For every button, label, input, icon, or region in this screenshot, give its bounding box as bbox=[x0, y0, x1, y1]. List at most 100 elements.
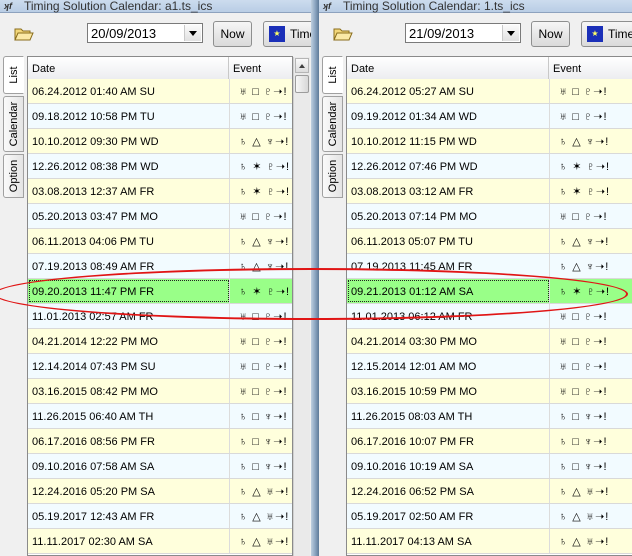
focus-rectangle bbox=[29, 280, 229, 302]
table-row[interactable]: 12.14.2014 07:43 PM SU ♅ □ ♇➝! bbox=[28, 354, 292, 379]
cell-event: ♄ △ ♅➝! bbox=[559, 536, 610, 548]
date-combobox[interactable]: 20/09/2013 bbox=[87, 23, 203, 43]
table-row[interactable]: 09.18.2012 10:58 PM TU ♅ □ ♇➝! bbox=[28, 104, 292, 129]
table-row[interactable]: 11.01.2013 06:12 AM FR ♅ □ ♇➝! bbox=[347, 304, 632, 329]
date-dropdown-button[interactable] bbox=[502, 25, 519, 41]
table-row[interactable]: 12.26.2012 08:38 PM WD ♄ ✶ ♇➝! bbox=[28, 154, 292, 179]
now-button[interactable]: Now bbox=[531, 21, 570, 47]
title-bar[interactable]: ʞf Timing Solution Calendar: 1.ts_ics bbox=[319, 0, 632, 13]
table-row[interactable]: 03.08.2013 12:37 AM FR ♄ ✶ ♇➝! bbox=[28, 179, 292, 204]
cell-date: 04.21.2014 03:30 PM MO bbox=[351, 336, 477, 348]
left-calendar-window: ʞf Timing Solution Calendar: a1.ts_ics 2… bbox=[0, 0, 311, 556]
tab-option[interactable]: Option bbox=[3, 154, 24, 198]
table-row[interactable]: 05.19.2017 12:43 AM FR ♄ △ ♅➝! bbox=[28, 504, 292, 529]
table-row[interactable]: 03.16.2015 08:42 PM MO ♅ □ ♇➝! bbox=[28, 379, 292, 404]
table-row[interactable]: 06.24.2012 05:27 AM SU ♅ □ ♇➝! bbox=[347, 79, 632, 104]
cell-event: ♄ △ ♆➝! bbox=[559, 236, 610, 248]
table-row[interactable]: 03.16.2015 10:59 PM MO ♅ □ ♇➝! bbox=[347, 379, 632, 404]
column-header-event[interactable]: Event bbox=[229, 57, 292, 79]
table-row[interactable]: 10.10.2012 09:30 PM WD ♄ △ ♆➝! bbox=[28, 129, 292, 154]
cell-event: ♄ △ ♆➝! bbox=[239, 261, 290, 273]
table-row[interactable]: 05.20.2013 07:14 PM MO ♅ □ ♇➝! bbox=[347, 204, 632, 229]
date-dropdown-button[interactable] bbox=[184, 25, 201, 41]
cell-event: ♅ □ ♇➝! bbox=[239, 336, 288, 348]
table-row[interactable]: 11.01.2013 02:57 AM FR ♅ □ ♇➝! bbox=[28, 304, 292, 329]
scroll-up-button[interactable] bbox=[295, 58, 309, 73]
table-row[interactable]: 12.24.2016 05:20 PM SA ♄ △ ♅➝! bbox=[28, 479, 292, 504]
scroll-thumb[interactable] bbox=[295, 75, 309, 93]
cell-event: ♅ □ ♇➝! bbox=[239, 311, 288, 323]
table-row[interactable]: 06.24.2012 01:40 AM SU ♅ □ ♇➝! bbox=[28, 79, 292, 104]
table-row[interactable]: 12.24.2016 06:52 PM SA ♄ △ ♅➝! bbox=[347, 479, 632, 504]
tab-list[interactable]: List bbox=[3, 56, 24, 94]
cell-event: ♅ □ ♇➝! bbox=[239, 361, 288, 373]
table-row[interactable]: 11.11.2017 02:30 AM SA ♄ △ ♅➝! bbox=[28, 529, 292, 554]
tab-option[interactable]: Option bbox=[322, 154, 343, 198]
open-folder-icon[interactable] bbox=[333, 26, 353, 42]
table-row[interactable]: 09.19.2012 01:34 AM WD ♅ □ ♇➝! bbox=[347, 104, 632, 129]
tab-calendar-label: Calendar bbox=[7, 101, 20, 147]
title-bar[interactable]: ʞf Timing Solution Calendar: a1.ts_ics bbox=[0, 0, 311, 13]
date-value: 21/09/2013 bbox=[409, 26, 475, 41]
toolbar: 21/09/2013 Now ★ Time bbox=[319, 13, 632, 56]
tab-calendar[interactable]: Calendar bbox=[3, 96, 24, 152]
table-row[interactable]: 05.19.2017 02:50 AM FR ♄ △ ♅➝! bbox=[347, 504, 632, 529]
vertical-tabstrip: List Calendar Option bbox=[0, 56, 27, 556]
table-row[interactable]: 06.11.2013 05:07 PM TU ♄ △ ♆➝! bbox=[347, 229, 632, 254]
table-row[interactable]: 04.21.2014 03:30 PM MO ♅ □ ♇➝! bbox=[347, 329, 632, 354]
tab-calendar-label: Calendar bbox=[326, 101, 339, 147]
table-row[interactable]: 12.15.2014 12:01 AM MO ♅ □ ♇➝! bbox=[347, 354, 632, 379]
table-row[interactable]: 04.21.2014 12:22 PM MO ♅ □ ♇➝! bbox=[28, 329, 292, 354]
cell-event: ♄ □ ♆➝! bbox=[239, 411, 288, 423]
combo-arrow-icon bbox=[189, 31, 197, 36]
cell-date: 11.01.2013 06:12 AM FR bbox=[351, 311, 473, 323]
open-folder-icon[interactable] bbox=[14, 26, 34, 42]
cell-date: 10.10.2012 11:15 PM WD bbox=[351, 136, 477, 148]
cell-event: ♄ ✶ ♇➝! bbox=[239, 286, 291, 298]
time-button[interactable]: ★ Time bbox=[263, 21, 311, 47]
table-row[interactable]: 07.19.2013 08:49 AM FR ♄ △ ♆➝! bbox=[28, 254, 292, 279]
now-button[interactable]: Now bbox=[213, 21, 252, 47]
table-row-selected[interactable]: 09.21.2013 01:12 AM SA ♄ ✶ ♇➝! bbox=[347, 279, 632, 304]
vertical-scrollbar[interactable] bbox=[293, 57, 310, 556]
tab-list[interactable]: List bbox=[322, 56, 343, 94]
table-row[interactable]: 06.17.2016 08:56 PM FR ♄ □ ♆➝! bbox=[28, 429, 292, 454]
cell-date: 10.10.2012 09:30 PM WD bbox=[32, 136, 159, 148]
table-row[interactable]: 03.08.2013 03:12 AM FR ♄ ✶ ♇➝! bbox=[347, 179, 632, 204]
table-row[interactable]: 12.26.2012 07:46 PM WD ♄ ✶ ♇➝! bbox=[347, 154, 632, 179]
table-row[interactable]: 09.10.2016 07:58 AM SA ♄ □ ♆➝! bbox=[28, 454, 292, 479]
tab-calendar[interactable]: Calendar bbox=[322, 96, 343, 152]
table-row[interactable]: 11.11.2017 04:13 AM SA ♄ △ ♅➝! bbox=[347, 529, 632, 554]
cell-event: ♄ □ ♆➝! bbox=[559, 461, 608, 473]
cell-date: 05.20.2013 03:47 PM MO bbox=[32, 211, 158, 223]
table-row[interactable]: 11.26.2015 06:40 AM TH ♄ □ ♆➝! bbox=[28, 404, 292, 429]
column-header-date[interactable]: Date bbox=[28, 57, 229, 79]
date-combobox[interactable]: 21/09/2013 bbox=[405, 23, 521, 43]
cell-date: 09.19.2012 01:34 AM WD bbox=[351, 111, 477, 123]
time-button[interactable]: ★ Time bbox=[581, 21, 632, 47]
table-row[interactable]: 11.26.2015 08:03 AM TH ♄ □ ♆➝! bbox=[347, 404, 632, 429]
window-divider bbox=[311, 0, 319, 556]
column-header-date[interactable]: Date bbox=[347, 57, 549, 79]
cell-event: ♄ △ ♅➝! bbox=[239, 511, 290, 523]
table-row-selected[interactable]: 09.20.2013 11:47 PM FR ♄ ✶ ♇➝! bbox=[28, 279, 292, 304]
cell-event: ♄ △ ♅➝! bbox=[239, 486, 290, 498]
cell-event: ♅ □ ♇➝! bbox=[239, 386, 288, 398]
cell-event: ♅ □ ♇➝! bbox=[559, 361, 608, 373]
table-row[interactable]: 07.19.2013 11:45 AM FR ♄ △ ♆➝! bbox=[347, 254, 632, 279]
cell-date: 04.21.2014 12:22 PM MO bbox=[32, 336, 158, 348]
table-row[interactable]: 10.10.2012 11:15 PM WD ♄ △ ♆➝! bbox=[347, 129, 632, 154]
cell-event: ♄ △ ♅➝! bbox=[559, 486, 610, 498]
table-row[interactable]: 09.10.2016 10:19 AM SA ♄ □ ♆➝! bbox=[347, 454, 632, 479]
cell-date: 12.14.2014 07:43 PM SU bbox=[32, 361, 156, 373]
table-row[interactable]: 06.17.2016 10:07 PM FR ♄ □ ♆➝! bbox=[347, 429, 632, 454]
time-icon: ★ bbox=[269, 26, 285, 42]
table-row[interactable]: 06.11.2013 04:06 PM TU ♄ △ ♆➝! bbox=[28, 229, 292, 254]
cell-event: ♄ ✶ ♇➝! bbox=[239, 186, 291, 198]
table-row[interactable]: 05.20.2013 03:47 PM MO ♅ □ ♇➝! bbox=[28, 204, 292, 229]
cell-event: ♅ □ ♇➝! bbox=[559, 386, 608, 398]
cell-event: ♄ □ ♆➝! bbox=[239, 461, 288, 473]
cell-date: 11.26.2015 08:03 AM TH bbox=[351, 411, 473, 423]
grid-header: Date Event bbox=[28, 57, 292, 80]
column-header-event[interactable]: Event bbox=[549, 57, 632, 79]
